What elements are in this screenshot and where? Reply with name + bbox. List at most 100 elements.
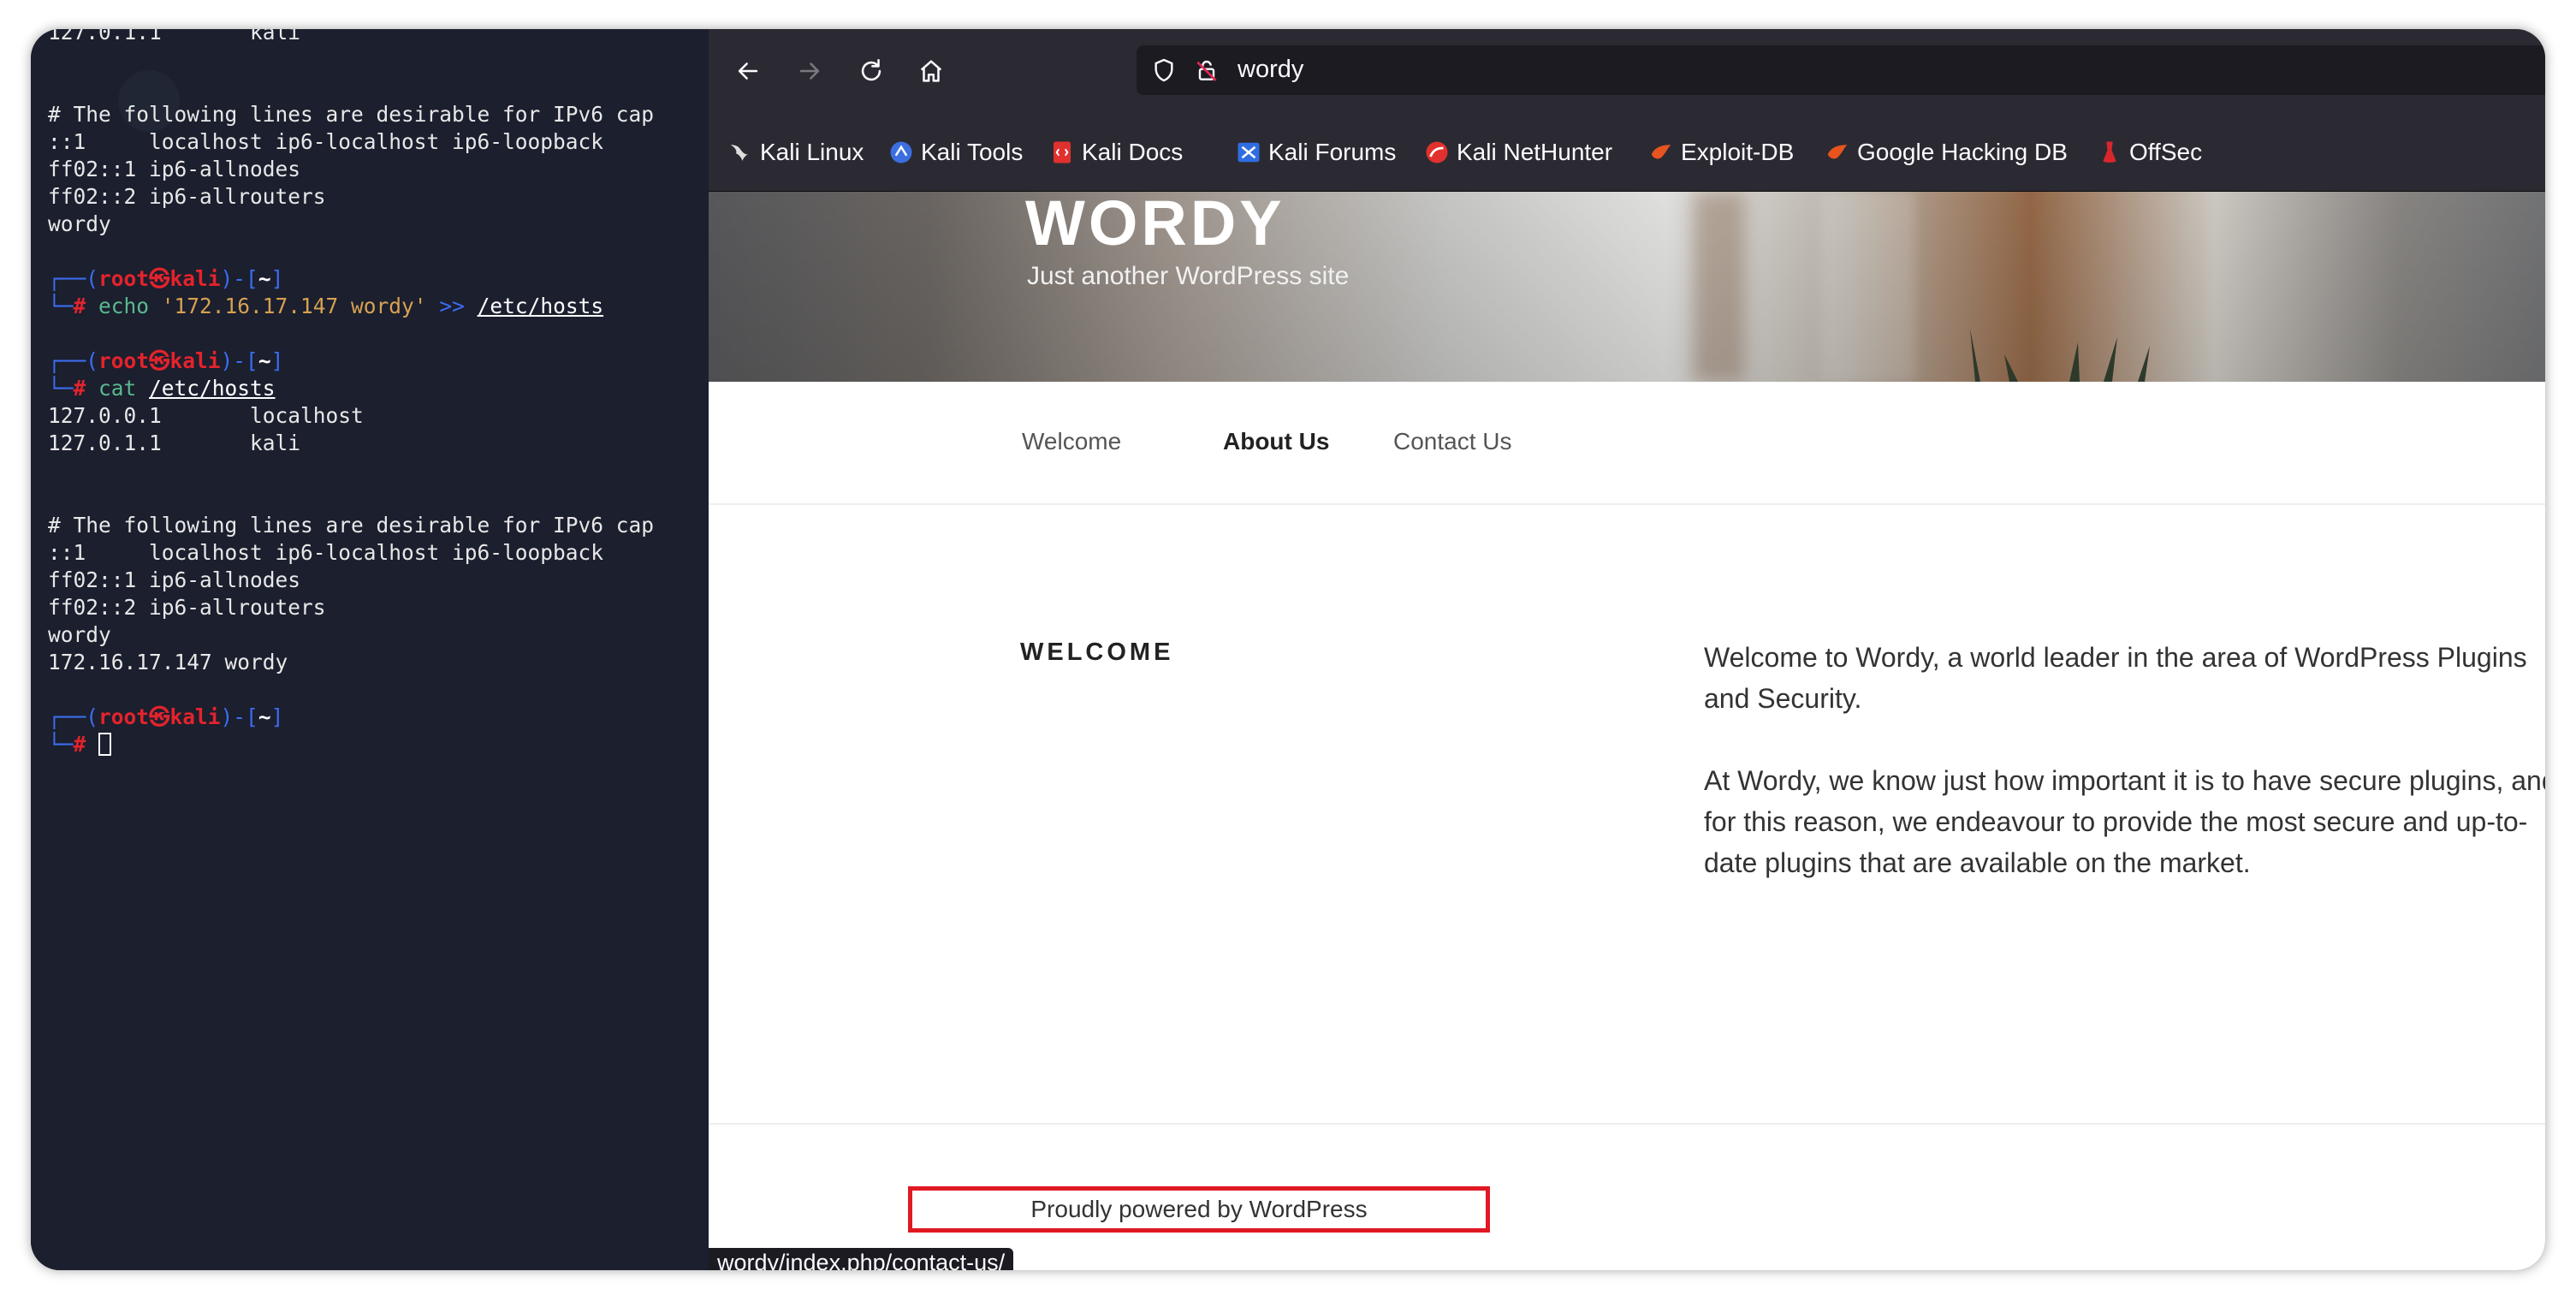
bookmark-offsec[interactable]: OffSec — [2097, 135, 2202, 169]
command-path: /etc/hosts — [477, 294, 604, 318]
powered-by-link[interactable]: Proudly powered by WordPress — [1030, 1196, 1367, 1223]
prompt-user: root — [98, 266, 150, 291]
bookmark-exploit-db[interactable]: Exploit-DB — [1648, 135, 1794, 169]
bookmark-label: Kali Tools — [921, 139, 1024, 165]
prompt-bracket: ] — [270, 348, 284, 373]
bookmarks-toolbar: Kali Linux Kali Tools Kali Docs Kali For… — [709, 115, 2545, 192]
terminal-output-line: # The following lines are desirable for … — [48, 102, 655, 127]
prompt-bracket: ┌──( — [48, 266, 99, 291]
terminal-output-line: ff02::1 ip6-allnodes — [48, 567, 301, 592]
prompt-corner: └─ — [48, 294, 74, 318]
menu-item-about-us[interactable]: About Us — [1223, 428, 1329, 455]
bookmark-label: Kali Linux — [760, 139, 864, 165]
bookmark-kali-nethunter[interactable]: Kali NetHunter — [1424, 135, 1612, 169]
kali-tools-icon — [888, 140, 914, 165]
tracking-shield-icon[interactable] — [1150, 56, 1178, 84]
terminal-output-line: ff02::2 ip6-allrouters — [48, 595, 326, 620]
ghdb-icon — [1825, 140, 1850, 165]
terminal-window[interactable]: 127.0.1.1 kali # The following lines are… — [31, 29, 709, 1270]
bookmark-kali-forums[interactable]: Kali Forums — [1236, 135, 1396, 169]
command-redirect: >> — [439, 294, 478, 318]
prompt-bracket: ┌──( — [48, 348, 99, 373]
prompt-dir: ~ — [258, 348, 271, 373]
browser-window: wordy Kali Linux Kali Tools Kali Docs Ka… — [709, 29, 2545, 1270]
back-icon[interactable] — [731, 54, 765, 88]
content-paragraph: Welcome to Wordy, a world leader in the … — [1704, 642, 2527, 714]
bookmark-label: Exploit-DB — [1681, 139, 1795, 165]
terminal-output-line: 172.16.17.147 wordy — [48, 650, 288, 674]
prompt-hash: # — [73, 376, 99, 401]
prompt-hash: # — [73, 294, 99, 318]
terminal-output-line: wordy — [48, 211, 111, 236]
offsec-icon — [2097, 140, 2122, 165]
plant-silhouette — [1970, 329, 2150, 382]
terminal-output-line: ff02::1 ip6-allnodes — [48, 157, 301, 181]
site-navigation: Welcome About Us Contact Us — [709, 382, 2545, 505]
terminal-output-line: 127.0.1.1 kali — [48, 29, 301, 45]
menu-item-contact-us[interactable]: Contact Us — [1393, 428, 1512, 455]
insecure-lock-icon[interactable] — [1193, 56, 1220, 84]
prompt-corner: └─ — [48, 376, 74, 401]
terminal-output-line: ::1 localhost ip6-localhost ip6-loopback — [48, 540, 604, 565]
terminal-output-line: 127.0.0.1 localhost — [48, 403, 364, 428]
kali-docs-icon — [1049, 140, 1075, 165]
url-bar[interactable]: wordy — [1137, 45, 2545, 95]
bookmark-label: Kali Docs — [1082, 139, 1184, 165]
prompt-bracket: ] — [270, 704, 284, 729]
prompt-user: root — [98, 704, 150, 729]
terminal-output: 127.0.1.1 kali # The following lines are… — [48, 29, 654, 758]
bookmark-kali-linux[interactable]: Kali Linux — [727, 135, 864, 169]
kali-forums-icon — [1236, 140, 1261, 165]
command-string: '172.16.17.147 wordy' — [161, 294, 440, 318]
section-heading: WELCOME — [1020, 639, 1174, 666]
bookmark-label: OffSec — [2129, 139, 2203, 165]
prompt-at-symbol: ㉿ — [149, 704, 170, 729]
terminal-output-line: 127.0.1.1 kali — [48, 431, 301, 455]
bookmark-kali-tools[interactable]: Kali Tools — [888, 135, 1023, 169]
bookmark-google-hacking-db[interactable]: Google Hacking DB — [1825, 135, 2068, 169]
terminal-prompt: ┌──(root㉿kali)-[~] — [48, 265, 654, 293]
prompt-host: kali — [169, 348, 221, 373]
terminal-output-line: ff02::2 ip6-allrouters — [48, 184, 326, 209]
header-image-shade — [709, 192, 2545, 382]
terminal-output-line: wordy — [48, 622, 111, 647]
command-name: echo — [98, 294, 162, 318]
bookmark-kali-docs[interactable]: Kali Docs — [1049, 135, 1183, 169]
prompt-at-symbol: ㉿ — [149, 266, 170, 291]
bookmark-label: Google Hacking DB — [1857, 139, 2068, 165]
bookmark-label: Kali Forums — [1268, 139, 1397, 165]
command-path: /etc/hosts — [149, 376, 276, 401]
page-content: Welcome to Wordy, a world leader in the … — [1704, 637, 2545, 924]
prompt-host: kali — [169, 704, 221, 729]
terminal-command-line: └─# echo '172.16.17.147 wordy' >> /etc/h… — [48, 293, 654, 320]
desktop-frame: 127.0.1.1 kali # The following lines are… — [31, 29, 2545, 1270]
site-title[interactable]: WORDY — [1025, 192, 1285, 259]
command-name: cat — [98, 376, 150, 401]
bookmark-label: Kali NetHunter — [1457, 139, 1613, 165]
terminal-output-line: ::1 localhost ip6-localhost ip6-loopback — [48, 129, 604, 154]
footer-divider — [709, 1123, 2545, 1125]
prompt-dir: ~ — [258, 266, 271, 291]
prompt-at-symbol: ㉿ — [149, 348, 170, 373]
terminal-prompt: ┌──(root㉿kali)-[~] — [48, 348, 654, 375]
reload-icon[interactable] — [854, 54, 888, 88]
url-text[interactable]: wordy — [1238, 56, 1303, 84]
prompt-bracket: ┌──( — [48, 704, 99, 729]
menu-item-welcome[interactable]: Welcome — [1022, 428, 1121, 455]
prompt-hash: # — [73, 732, 99, 757]
content-paragraph: At Wordy, we know just how important it … — [1704, 765, 2545, 878]
prompt-corner: └─ — [48, 732, 74, 757]
kali-dragon-icon — [727, 140, 753, 165]
home-icon[interactable] — [914, 54, 948, 88]
prompt-bracket: )-[ — [220, 348, 258, 373]
browser-toolbar: wordy — [709, 29, 2545, 115]
forward-icon[interactable] — [792, 54, 827, 88]
prompt-host: kali — [169, 266, 221, 291]
terminal-command-line: └─# cat /etc/hosts — [48, 375, 654, 402]
prompt-dir: ~ — [258, 704, 271, 729]
